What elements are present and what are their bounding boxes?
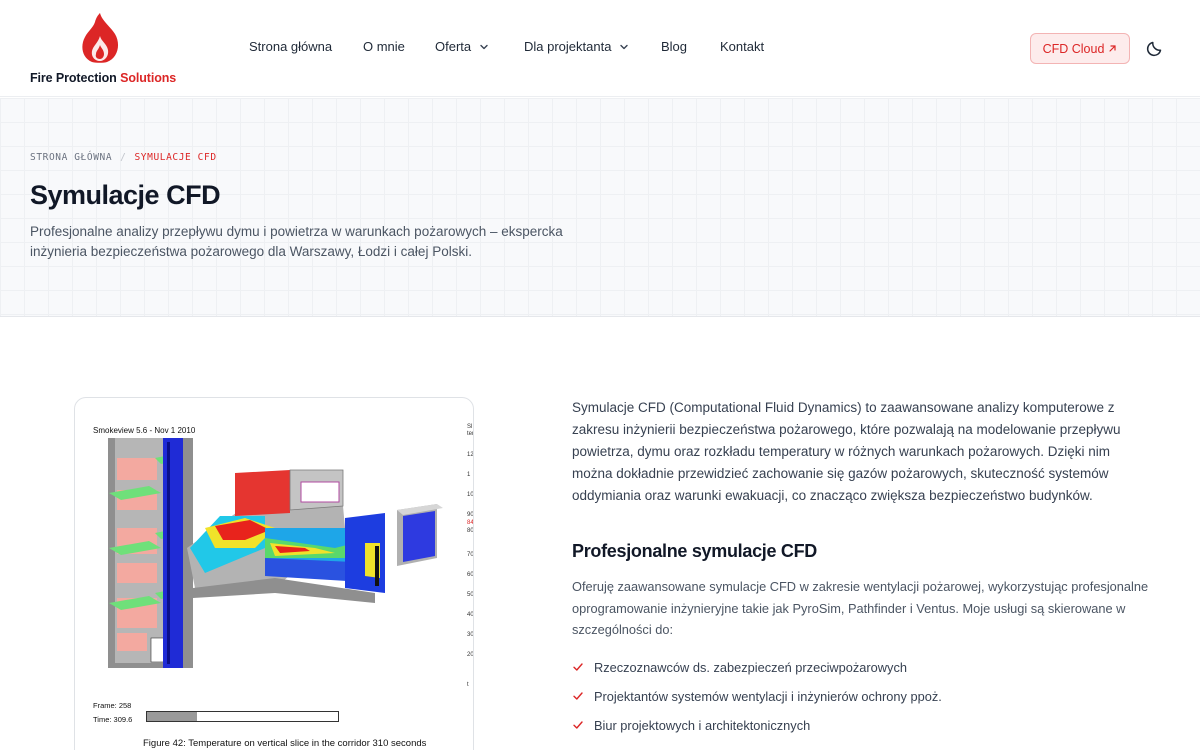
- scale-label: 1: [467, 472, 471, 478]
- breadcrumb: STRONA GŁÓWNA / SYMULACJE CFD: [30, 152, 217, 163]
- nav-item-offer[interactable]: Oferta: [435, 39, 489, 54]
- scale-label: 90: [467, 512, 474, 518]
- breadcrumb-current: SYMULACJE CFD: [134, 152, 217, 163]
- list-item-label: Biur projektowych i architektonicznych: [594, 717, 811, 733]
- moon-icon[interactable]: [1145, 38, 1165, 58]
- scale-label: 80: [467, 528, 474, 534]
- scale-label: tem: [467, 431, 473, 437]
- scale-label: 30: [467, 632, 474, 638]
- list-item: Rzeczoznawców ds. zabezpieczeń przeciwpo…: [572, 653, 1152, 682]
- chevron-down-icon: [620, 44, 629, 49]
- flame-logo-icon: [82, 13, 119, 63]
- smokeview-render: [108, 438, 443, 668]
- scale-label: 60: [467, 572, 474, 578]
- nav-item-label: Strona główna: [249, 39, 333, 54]
- cfd-simulation-image: Smokeview 5.6 - Nov 1 2010 Sl tem 12 1 1…: [74, 397, 474, 750]
- figure-header: Smokeview 5.6 - Nov 1 2010: [93, 426, 196, 435]
- main-content: Symulacje CFD (Computational Fluid Dynam…: [572, 397, 1152, 740]
- breadcrumb-home-link[interactable]: STRONA GŁÓWNA: [30, 152, 112, 163]
- nav-item-label: Oferta: [435, 39, 472, 54]
- nav-item-contact[interactable]: Kontakt: [720, 39, 764, 54]
- scale-label: 84: [467, 520, 474, 526]
- scale-label: 50: [467, 592, 474, 598]
- page-subtitle: Profesjonalne analizy przepływu dymu i p…: [30, 224, 563, 259]
- nav-item-label: Blog: [661, 39, 688, 54]
- list-item-label: Rzeczoznawców ds. zabezpieczeń przeciwpo…: [594, 659, 907, 675]
- logo-text: Fire Protection Solutions: [30, 71, 177, 85]
- scale-label: 40: [467, 612, 474, 618]
- chevron-down-icon: [480, 44, 488, 49]
- check-icon: [573, 663, 583, 671]
- logo-accent-text: Solutions: [120, 71, 177, 85]
- nav-item-blog[interactable]: Blog: [661, 39, 687, 54]
- breadcrumb-separator: /: [120, 152, 127, 163]
- site-logo[interactable]: Fire Protection Solutions: [30, 10, 180, 90]
- scale-label: t: [467, 682, 469, 688]
- check-icon: [573, 692, 583, 700]
- list-item-label: Projektantów systemów wentylacji i inżyn…: [594, 688, 942, 704]
- nav-item-label: Kontakt: [720, 39, 765, 54]
- figure-time-text: Time: 309.6: [93, 715, 133, 724]
- cfd-cloud-label: CFD Cloud: [1042, 41, 1105, 56]
- page-hero: STRONA GŁÓWNA / SYMULACJE CFD Symulacje …: [0, 98, 1200, 317]
- figure-timeline-bar: [146, 711, 339, 722]
- figure-caption: Figure 42: Temperature on vertical slice…: [143, 738, 427, 749]
- scale-label: 12: [467, 452, 474, 458]
- audience-list: Rzeczoznawców ds. zabezpieczeń przeciwpo…: [572, 653, 1152, 740]
- external-arrow-icon: [1109, 45, 1117, 52]
- nav-item-label: Dla projektanta: [524, 39, 612, 54]
- section-title: Profesjonalne symulacje CFD: [572, 541, 817, 561]
- scale-label: 20: [467, 652, 474, 658]
- scale-label: Sl: [467, 424, 473, 430]
- section-paragraph: Oferuję zaawansowane symulacje CFD w zak…: [572, 579, 1149, 637]
- page-title: Symulacje CFD: [30, 180, 221, 210]
- intro-paragraph: Symulacje CFD (Computational Fluid Dynam…: [572, 400, 1121, 503]
- check-icon: [573, 721, 583, 729]
- nav-item-about[interactable]: O mnie: [363, 39, 405, 54]
- scale-label: 70: [467, 552, 474, 558]
- list-item: Biur projektowych i architektonicznych: [572, 711, 1152, 740]
- figure-timeline-fill: [147, 712, 197, 721]
- site-header: Fire Protection Solutions Strona główna …: [0, 0, 1200, 97]
- scale-label: 10: [467, 492, 474, 498]
- nav-item-label: O mnie: [363, 39, 405, 54]
- figure-frame-text: Frame: 258: [93, 701, 132, 710]
- cfd-cloud-button[interactable]: CFD Cloud: [1030, 33, 1130, 64]
- nav-item-designers[interactable]: Dla projektanta: [524, 39, 629, 54]
- list-item: Projektantów systemów wentylacji i inżyn…: [572, 682, 1152, 711]
- nav-item-home[interactable]: Strona główna: [249, 39, 332, 54]
